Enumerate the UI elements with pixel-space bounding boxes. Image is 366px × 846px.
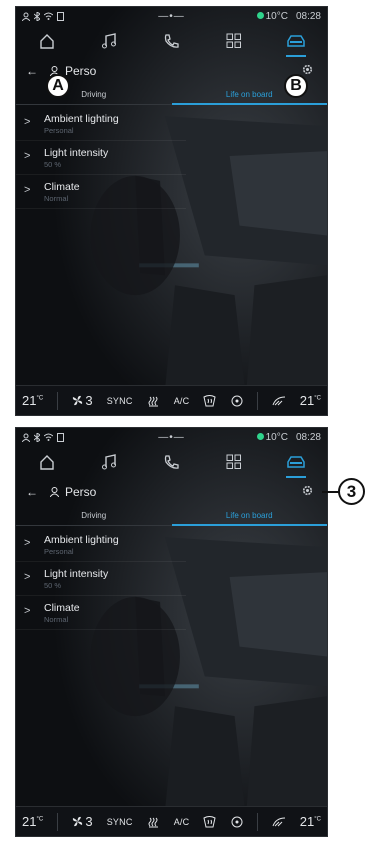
car-icon[interactable] <box>276 27 316 57</box>
menu-item-value: Personal <box>44 547 74 556</box>
tab-driving[interactable]: Driving <box>16 506 172 526</box>
fan-icon <box>73 395 83 406</box>
clock: 08:28 <box>295 10 321 22</box>
seat-heat-icon[interactable] <box>147 395 160 407</box>
temp-left[interactable]: 21°C <box>22 814 43 829</box>
ac-button[interactable]: A/C <box>174 396 190 406</box>
windshield-defrost-icon[interactable] <box>203 815 216 828</box>
music-icon[interactable] <box>89 448 129 476</box>
climate-bar: 21°C 3 SYNC A/C 21°C <box>16 385 327 415</box>
tab-life-on-board[interactable]: Life on board <box>171 506 327 526</box>
top-nav <box>16 446 327 478</box>
menu-item-climate[interactable]: > Climate Normal <box>16 596 186 630</box>
fan-speed[interactable]: 3 <box>72 814 93 829</box>
back-arrow-icon[interactable]: ← <box>26 64 38 78</box>
callout-3: 3 <box>338 478 365 505</box>
apps-icon[interactable] <box>214 448 254 476</box>
temp-right[interactable]: 21°C <box>300 393 321 408</box>
bluetooth-icon <box>34 11 40 21</box>
chevron-right-icon: > <box>24 116 31 128</box>
chevron-right-icon: > <box>24 605 31 617</box>
status-center: —•— <box>158 10 185 22</box>
menu-item-value: Normal <box>44 615 69 624</box>
wifi-icon <box>44 12 53 20</box>
user-icon <box>22 433 30 442</box>
apps-icon[interactable] <box>214 27 254 55</box>
menu-item-value: 50 % <box>44 581 62 590</box>
menu-item-value: Personal <box>44 126 74 135</box>
windshield-defrost-icon[interactable] <box>203 394 216 407</box>
status-center: —•— <box>158 431 185 443</box>
music-icon[interactable] <box>89 27 129 55</box>
bluetooth-icon <box>34 432 40 442</box>
menu-item-value: 50 % <box>44 160 62 169</box>
menu-item-title: Ambient lighting <box>44 113 119 125</box>
tab-bar: Driving Life on board <box>16 506 327 526</box>
menu-item-title: Light intensity <box>44 568 109 580</box>
menu-item-ambient-lighting[interactable]: > Ambient lighting Personal <box>16 528 186 562</box>
back-arrow-icon[interactable]: ← <box>26 485 38 499</box>
temp-right[interactable]: 21°C <box>300 814 321 829</box>
page-title: Perso <box>65 485 97 499</box>
top-nav <box>16 25 327 57</box>
settings-menu: > Ambient lighting Personal > Light inte… <box>16 107 186 209</box>
menu-item-value: Normal <box>44 194 69 203</box>
sync-button[interactable]: SYNC <box>107 396 133 406</box>
tab-driving[interactable]: Driving <box>16 85 172 105</box>
status-bar: —•— 10°C 08:28 <box>16 428 327 446</box>
gear-icon[interactable] <box>302 485 313 496</box>
callout-b: B <box>284 74 308 98</box>
menu-item-climate[interactable]: > Climate Normal <box>16 175 186 209</box>
menu-item-light-intensity[interactable]: > Light intensity 50 % <box>16 141 186 175</box>
rear-defrost-icon[interactable] <box>272 395 286 407</box>
ac-button[interactable]: A/C <box>174 817 190 827</box>
phone-status-icon <box>57 432 64 442</box>
climate-bar: 21°C 3 SYNC A/C 21°C <box>16 806 327 836</box>
seat-heat-icon[interactable] <box>147 816 160 828</box>
chevron-right-icon: > <box>24 184 31 196</box>
screen-perso-2: —•— 10°C 08:28 ← Perso Driving Life on b… <box>15 427 328 837</box>
menu-item-title: Ambient lighting <box>44 534 119 546</box>
status-bar: —•— 10°C 08:28 <box>16 7 327 25</box>
outside-temperature: 10°C <box>256 11 288 22</box>
page-header: ← Perso <box>16 482 327 502</box>
fan-speed[interactable]: 3 <box>72 393 93 408</box>
chevron-right-icon: > <box>24 537 31 549</box>
chevron-right-icon: > <box>24 150 31 162</box>
menu-item-ambient-lighting[interactable]: > Ambient lighting Personal <box>16 107 186 141</box>
menu-item-title: Climate <box>44 602 80 614</box>
menu-item-light-intensity[interactable]: > Light intensity 50 % <box>16 562 186 596</box>
sync-button[interactable]: SYNC <box>107 817 133 827</box>
settings-menu: > Ambient lighting Personal > Light inte… <box>16 528 186 630</box>
clock: 08:28 <box>295 431 321 443</box>
chevron-right-icon: > <box>24 571 31 583</box>
callout-3-line <box>322 491 339 493</box>
steering-wheel-heat-icon[interactable] <box>231 816 243 828</box>
home-icon[interactable] <box>27 27 67 55</box>
callout-a: A <box>46 74 70 98</box>
status-icons <box>22 11 64 21</box>
rear-defrost-icon[interactable] <box>272 816 286 828</box>
menu-item-title: Light intensity <box>44 147 109 159</box>
outside-temperature: 10°C <box>256 432 288 443</box>
user-icon <box>22 12 30 21</box>
wifi-icon <box>44 433 53 441</box>
car-icon[interactable] <box>276 448 316 478</box>
screen-perso-1: —•— 10°C 08:28 ← Perso Driving Life on b… <box>15 6 328 416</box>
status-icons <box>22 432 64 442</box>
page-title: Perso <box>65 64 97 78</box>
fan-icon <box>73 816 83 827</box>
user-icon <box>50 487 59 497</box>
gear-icon[interactable] <box>302 64 313 75</box>
phone-icon[interactable] <box>151 27 191 55</box>
steering-wheel-heat-icon[interactable] <box>231 395 243 407</box>
temp-left[interactable]: 21°C <box>22 393 43 408</box>
home-icon[interactable] <box>27 448 67 476</box>
phone-status-icon <box>57 11 64 21</box>
phone-icon[interactable] <box>151 448 191 476</box>
menu-item-title: Climate <box>44 181 80 193</box>
